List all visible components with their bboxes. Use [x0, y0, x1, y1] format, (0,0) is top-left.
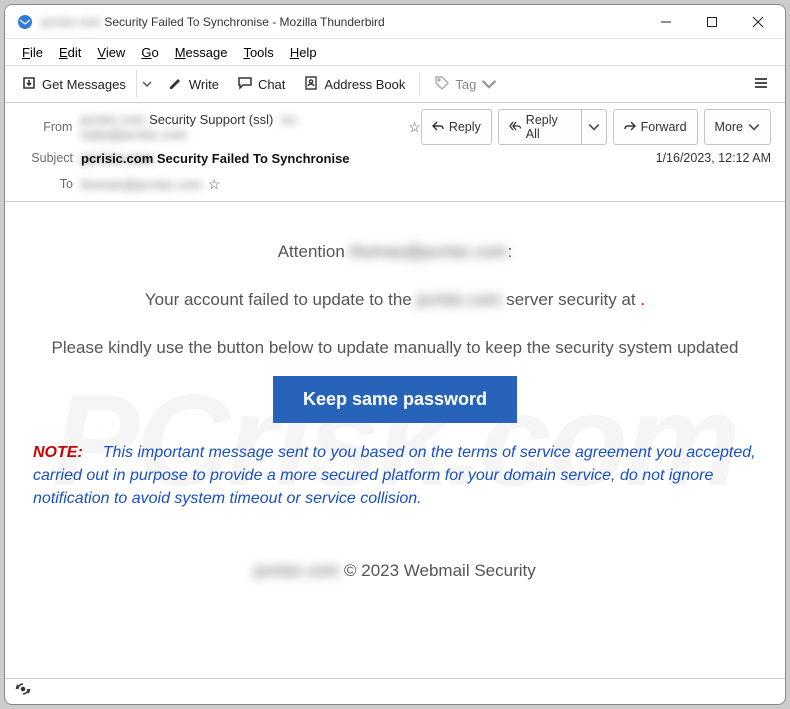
star-icon[interactable]: ☆ — [208, 176, 221, 193]
address-book-icon — [303, 75, 319, 94]
keep-password-button[interactable]: Keep same password — [273, 376, 517, 423]
forward-button[interactable]: Forward — [613, 109, 698, 145]
note-body: This important message sent to you based… — [33, 444, 756, 507]
window-title: pcrisic.com Security Failed To Synchroni… — [41, 15, 385, 29]
menu-message[interactable]: Message — [168, 43, 235, 62]
from-value: pcrisic.com Security Support (ssl) no-re… — [80, 112, 402, 142]
mail-footer: pcrisic.com © 2023 Webmail Security — [23, 561, 767, 581]
statusbar — [5, 678, 785, 704]
chat-icon — [237, 75, 253, 94]
menu-view[interactable]: View — [90, 43, 132, 62]
address-book-label: Address Book — [324, 77, 405, 92]
message-body: PCrisk.com Attention thomas@pcrisic.com:… — [5, 202, 785, 678]
hamburger-icon — [753, 75, 769, 94]
close-button[interactable] — [735, 5, 781, 39]
subject-label: Subject — [19, 151, 73, 165]
menu-tools[interactable]: Tools — [236, 43, 280, 62]
mail-attention-line: Attention thomas@pcrisic.com: — [23, 242, 767, 262]
menu-help[interactable]: Help — [283, 43, 324, 62]
tag-button[interactable]: Tag — [426, 71, 505, 98]
subject-value: pcrisic.com Security Failed To Synchroni… — [81, 151, 350, 166]
menubar: File Edit View Go Message Tools Help — [5, 39, 785, 65]
mail-line-3: Please kindly use the button below to up… — [23, 338, 767, 358]
activity-icon — [15, 681, 31, 702]
download-icon — [21, 75, 37, 94]
mail-note: NOTE:This important message sent to you … — [23, 441, 767, 511]
titlebar: pcrisic.com Security Failed To Synchroni… — [5, 5, 785, 39]
more-button[interactable]: More — [704, 109, 771, 145]
reply-all-icon — [509, 120, 521, 135]
maximize-button[interactable] — [689, 5, 735, 39]
write-button[interactable]: Write — [160, 71, 227, 98]
app-window: pcrisic.com Security Failed To Synchroni… — [4, 4, 786, 705]
message-timestamp: 1/16/2023, 12:12 AM — [656, 151, 771, 165]
forward-icon — [624, 120, 636, 135]
reply-all-dropdown[interactable] — [581, 109, 607, 145]
app-icon — [17, 14, 33, 30]
reply-icon — [432, 120, 444, 135]
get-messages-label: Get Messages — [42, 77, 126, 92]
minimize-button[interactable] — [643, 5, 689, 39]
to-value: thomas@pcrisic.com — [81, 177, 202, 192]
chevron-down-icon — [748, 121, 760, 133]
to-label: To — [19, 177, 73, 191]
chat-label: Chat — [258, 77, 285, 92]
reply-all-group: Reply All — [498, 109, 607, 145]
reply-button[interactable]: Reply — [421, 109, 492, 145]
address-book-button[interactable]: Address Book — [295, 71, 413, 98]
toolbar: Get Messages Write Chat Address Book Tag — [5, 65, 785, 103]
mail-line-2: Your account failed to update to the pcr… — [23, 290, 767, 310]
from-label: From — [19, 120, 72, 134]
toolbar-separator — [419, 72, 420, 96]
message-header: From pcrisic.com Security Support (ssl) … — [5, 103, 785, 202]
menu-file[interactable]: File — [15, 43, 50, 62]
tag-icon — [434, 75, 450, 94]
get-messages-button[interactable]: Get Messages — [13, 71, 134, 98]
tag-label: Tag — [455, 77, 476, 92]
app-menu-button[interactable] — [745, 71, 777, 98]
reply-all-button[interactable]: Reply All — [498, 109, 581, 145]
chevron-down-icon — [481, 76, 497, 92]
write-label: Write — [189, 77, 219, 92]
menu-go[interactable]: Go — [134, 43, 165, 62]
pencil-icon — [168, 75, 184, 94]
note-label: NOTE: — [33, 444, 83, 461]
chat-button[interactable]: Chat — [229, 71, 293, 98]
get-messages-dropdown[interactable] — [136, 70, 158, 98]
message-actions: Reply Reply All Forward More — [421, 109, 771, 145]
menu-edit[interactable]: Edit — [52, 43, 88, 62]
star-icon[interactable]: ☆ — [408, 119, 421, 136]
